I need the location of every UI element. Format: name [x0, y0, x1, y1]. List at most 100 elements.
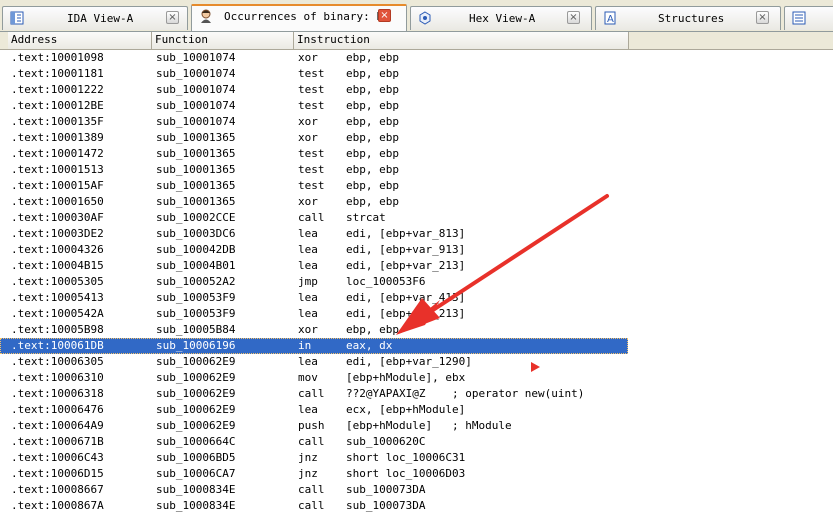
- row-mnemonic: test: [298, 179, 325, 192]
- table-row[interactable]: .text:10001181 sub_10001074 test ebp, ebp: [0, 66, 833, 82]
- column-header: Address Function Instruction: [0, 32, 833, 50]
- row-address: .text:10006310: [11, 371, 104, 384]
- table-row[interactable]: .text:10006318 sub_100062E9 call ??2@YAPAXI…: [0, 386, 833, 402]
- row-mnemonic: lea: [298, 355, 318, 368]
- table-row[interactable]: .text:10001472 sub_10001365 test ebp, ebp: [0, 146, 833, 162]
- row-mnemonic: xor: [298, 51, 318, 64]
- table-row-selected[interactable]: .text:100061DB sub_10006196 in eax, dx: [0, 338, 628, 354]
- ida-view-icon: [10, 11, 24, 25]
- row-operands: [ebp+hModule] ; hModule: [346, 419, 512, 432]
- table-row[interactable]: .text:10006310 sub_100062E9 mov [ebp+hModul…: [0, 370, 833, 386]
- row-address: .text:10001181: [11, 67, 104, 80]
- row-operands: ebp, ebp: [346, 83, 399, 96]
- tab-hex-view-a[interactable]: Hex View-A ×: [410, 6, 592, 30]
- row-function: sub_10001365: [156, 163, 236, 176]
- table-row[interactable]: .text:10006C43 sub_10006BD5 jnz short loc_1…: [0, 450, 833, 466]
- column-header-address[interactable]: Address: [8, 32, 152, 49]
- row-operands: edi, [ebp+var_813]: [346, 227, 466, 240]
- row-mnemonic: call: [298, 211, 325, 224]
- tab-label: Structures: [658, 12, 725, 25]
- row-function: sub_100062E9: [156, 387, 236, 400]
- row-mnemonic: call: [298, 435, 325, 448]
- row-mnemonic: push: [298, 419, 325, 432]
- row-mnemonic: test: [298, 67, 325, 80]
- row-mnemonic: call: [298, 483, 325, 496]
- close-icon[interactable]: ×: [756, 11, 769, 24]
- tab-enums[interactable]: [784, 6, 833, 30]
- row-mnemonic: test: [298, 99, 325, 112]
- tab-label: Occurrences of binary: ED: [224, 10, 390, 23]
- table-row[interactable]: .text:10005B98 sub_10005B84 xor ebp, ebp: [0, 322, 833, 338]
- row-mnemonic: jmp: [298, 275, 318, 288]
- row-operands: ebp, ebp: [346, 51, 399, 64]
- table-row[interactable]: .text:10001513 sub_10001365 test ebp, ebp: [0, 162, 833, 178]
- tab-bar: IDA View-A × Occurrences of binary: ED ×…: [0, 0, 833, 32]
- table-row[interactable]: .text:100030AF sub_10002CCE call strcat: [0, 210, 833, 226]
- tab-structures[interactable]: A Structures ×: [595, 6, 781, 30]
- row-mnemonic: lea: [298, 227, 318, 240]
- close-icon[interactable]: ×: [567, 11, 580, 24]
- column-header-instruction[interactable]: Instruction: [294, 32, 629, 49]
- row-operands: ebp, ebp: [346, 179, 399, 192]
- table-row[interactable]: .text:1000542A sub_100053F9 lea edi, [ebp+v…: [0, 306, 833, 322]
- row-operands: edi, [ebp+var_213]: [346, 307, 466, 320]
- row-mnemonic: call: [298, 387, 325, 400]
- close-icon[interactable]: ×: [166, 11, 179, 24]
- row-mnemonic: jnz: [298, 467, 318, 480]
- row-address: .text:100030AF: [11, 211, 104, 224]
- close-icon[interactable]: ×: [378, 9, 391, 22]
- row-operands: ebp, ebp: [346, 195, 399, 208]
- row-address: .text:10001513: [11, 163, 104, 176]
- row-address: .text:10006305: [11, 355, 104, 368]
- table-row[interactable]: .text:10006476 sub_100062E9 lea ecx, [ebp+h…: [0, 402, 833, 418]
- table-row[interactable]: .text:100015AF sub_10001365 test ebp, ebp: [0, 178, 833, 194]
- table-row[interactable]: .text:10006305 sub_100062E9 lea edi, [ebp+v…: [0, 354, 833, 370]
- row-operands: sub_1000620C: [346, 435, 426, 448]
- row-address: .text:10005B98: [11, 323, 104, 336]
- table-row[interactable]: .text:1000671B sub_1000664C call sub_100062…: [0, 434, 833, 450]
- row-address: .text:100012BE: [11, 99, 104, 112]
- row-mnemonic: lea: [298, 307, 318, 320]
- table-row[interactable]: .text:10001222 sub_10001074 test ebp, ebp: [0, 82, 833, 98]
- table-row[interactable]: .text:10004B15 sub_10004B01 lea edi, [ebp+v…: [0, 258, 833, 274]
- table-row[interactable]: .text:10008667 sub_1000834E call sub_100073…: [0, 482, 833, 498]
- table-row[interactable]: .text:10001389 sub_10001365 xor ebp, ebp: [0, 130, 833, 146]
- tab-ida-view-a[interactable]: IDA View-A ×: [2, 6, 188, 30]
- table-row[interactable]: .text:10006D15 sub_10006CA7 jnz short loc_1…: [0, 466, 833, 482]
- row-function: sub_1000834E: [156, 483, 236, 496]
- row-function: sub_10005B84: [156, 323, 236, 336]
- row-address: .text:100061DB: [11, 339, 104, 352]
- table-row[interactable]: .text:10003DE2 sub_10003DC6 lea edi, [ebp+v…: [0, 226, 833, 242]
- column-header-function[interactable]: Function: [152, 32, 294, 49]
- row-address: .text:100064A9: [11, 419, 104, 432]
- row-address: .text:1000671B: [11, 435, 104, 448]
- row-operands: edi, [ebp+var_213]: [346, 259, 466, 272]
- tab-occurrences-of-binary[interactable]: Occurrences of binary: ED ×: [191, 4, 407, 31]
- row-operands: sub_100073DA: [346, 483, 426, 496]
- row-address: .text:10005413: [11, 291, 104, 304]
- row-operands: eax, dx: [346, 339, 393, 352]
- row-address: .text:10001098: [11, 51, 104, 64]
- row-function: sub_10001074: [156, 115, 236, 128]
- row-function: sub_100053F9: [156, 307, 236, 320]
- table-row[interactable]: .text:10004326 sub_100042DB lea edi, [ebp+v…: [0, 242, 833, 258]
- table-row[interactable]: .text:10001650 sub_10001365 xor ebp, ebp: [0, 194, 833, 210]
- row-function: sub_10006BD5: [156, 451, 236, 464]
- row-mnemonic: lea: [298, 403, 318, 416]
- table-row[interactable]: .text:100012BE sub_10001074 test ebp, ebp: [0, 98, 833, 114]
- row-function: sub_10006196: [156, 339, 236, 352]
- table-row[interactable]: .text:10001098 sub_10001074 xor ebp, ebp: [0, 50, 833, 66]
- table-row[interactable]: .text:100064A9 sub_100062E9 push [ebp+hModu…: [0, 418, 833, 434]
- table-row[interactable]: .text:10005305 sub_100052A2 jmp loc_100053F…: [0, 274, 833, 290]
- row-operands: ebp, ebp: [346, 147, 399, 160]
- row-address: .text:10001472: [11, 147, 104, 160]
- table-row[interactable]: .text:1000135F sub_10001074 xor ebp, ebp: [0, 114, 833, 130]
- table-row[interactable]: .text:10005413 sub_100053F9 lea edi, [ebp+v…: [0, 290, 833, 306]
- row-mnemonic: jnz: [298, 451, 318, 464]
- row-function: sub_10001365: [156, 131, 236, 144]
- row-address: .text:10003DE2: [11, 227, 104, 240]
- row-operands: ebp, ebp: [346, 67, 399, 80]
- row-function: sub_10006CA7: [156, 467, 236, 480]
- row-function: sub_1000664C: [156, 435, 236, 448]
- row-address: .text:10001650: [11, 195, 104, 208]
